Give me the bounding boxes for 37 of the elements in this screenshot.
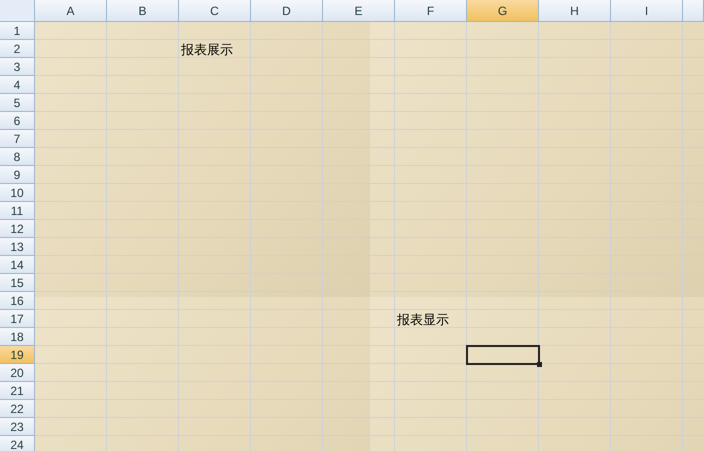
column-header[interactable]: F xyxy=(395,0,467,22)
column-header[interactable]: G xyxy=(467,0,539,22)
row-header[interactable]: 11 xyxy=(0,202,35,220)
row-header[interactable]: 12 xyxy=(0,220,35,238)
row-header[interactable]: 14 xyxy=(0,256,35,274)
row-header[interactable]: 21 xyxy=(0,382,35,400)
column-header[interactable]: B xyxy=(107,0,179,22)
column-header[interactable]: H xyxy=(539,0,611,22)
cell-text: 报表展示 xyxy=(181,41,233,59)
row-header[interactable]: 5 xyxy=(0,94,35,112)
row-header[interactable]: 2 xyxy=(0,40,35,58)
row-header[interactable]: 18 xyxy=(0,328,35,346)
row-header[interactable]: 6 xyxy=(0,112,35,130)
row-header[interactable]: 10 xyxy=(0,184,35,202)
row-header[interactable]: 3 xyxy=(0,58,35,76)
cell-text: 报表显示 xyxy=(397,311,449,329)
column-header[interactable]: A xyxy=(35,0,107,22)
row-header[interactable]: 8 xyxy=(0,148,35,166)
row-header[interactable]: 22 xyxy=(0,400,35,418)
row-header[interactable]: 24 xyxy=(0,436,35,451)
row-header[interactable]: 15 xyxy=(0,274,35,292)
row-header[interactable]: 17 xyxy=(0,310,35,328)
row-header[interactable]: 1 xyxy=(0,22,35,40)
column-header[interactable]: C xyxy=(179,0,251,22)
column-header[interactable]: D xyxy=(251,0,323,22)
row-header[interactable]: 9 xyxy=(0,166,35,184)
row-header[interactable]: 20 xyxy=(0,364,35,382)
column-header[interactable]: E xyxy=(323,0,395,22)
row-header[interactable]: 23 xyxy=(0,418,35,436)
select-all-corner[interactable] xyxy=(0,0,35,22)
row-header[interactable]: 13 xyxy=(0,238,35,256)
column-header[interactable] xyxy=(683,0,704,22)
column-header[interactable]: I xyxy=(611,0,683,22)
row-header[interactable]: 16 xyxy=(0,292,35,310)
row-header[interactable]: 4 xyxy=(0,76,35,94)
row-header[interactable]: 19 xyxy=(0,346,35,364)
row-header[interactable]: 7 xyxy=(0,130,35,148)
